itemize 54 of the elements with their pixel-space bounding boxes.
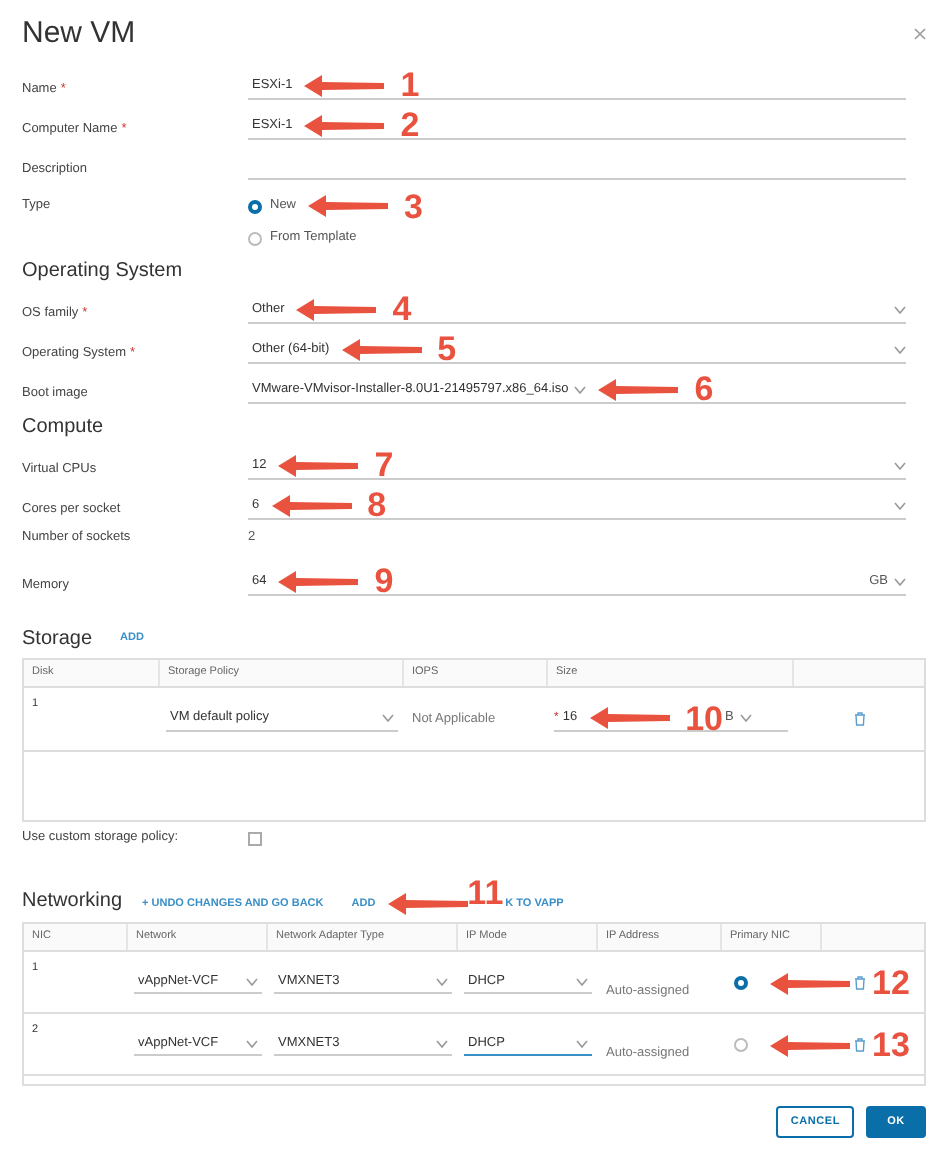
chevron-down-icon (576, 977, 588, 985)
annotation-number: 12 (872, 966, 910, 1000)
radio-button[interactable] (734, 1037, 748, 1051)
annotation-arrow (589, 706, 670, 730)
chevron-down-icon (894, 577, 906, 585)
dialog-title: New VM (22, 13, 136, 54)
radio-button[interactable] (248, 231, 262, 245)
annotation-arrow (271, 493, 352, 517)
chevron-down-icon (246, 977, 258, 985)
annotation-arrow (296, 297, 377, 321)
chevron-down-icon (246, 1039, 258, 1047)
annotation-arrow (770, 1033, 850, 1057)
annotation-arrow (341, 337, 422, 361)
chevron-down-icon (894, 305, 906, 313)
trash-icon (853, 712, 865, 726)
annotation-arrow (598, 377, 679, 401)
annotation-number: 5 (437, 332, 457, 366)
annotation-number: 11 (467, 876, 504, 910)
close-icon (914, 28, 926, 40)
annotation-arrow (278, 453, 359, 477)
trash-icon (854, 976, 866, 990)
annotation-arrow (304, 113, 385, 137)
radio-button[interactable] (734, 975, 748, 989)
chevron-down-icon (894, 461, 906, 469)
section-heading: Operating System (22, 260, 185, 284)
chevron-down-icon (894, 345, 906, 353)
chevron-down-icon (574, 385, 587, 393)
annotation-arrow (387, 892, 468, 916)
annotation-number: 13 (872, 1028, 910, 1062)
annotation-arrow (308, 194, 389, 218)
chevron-down-icon (576, 1039, 588, 1047)
chevron-down-icon (436, 1039, 448, 1047)
annotation-number: 3 (404, 189, 423, 223)
annotation-number: 2 (400, 108, 420, 142)
annotation-arrow (770, 971, 850, 995)
chevron-down-icon (894, 501, 906, 509)
trash-icon (854, 1038, 866, 1052)
annotation-number: 7 (374, 448, 394, 482)
checkbox[interactable] (248, 831, 262, 845)
annotation-number: 8 (367, 488, 387, 522)
section-heading: Storage (22, 625, 93, 653)
annotation-number: 1 (400, 68, 420, 102)
annotation-number: 4 (392, 292, 412, 326)
annotation-number: 9 (374, 564, 394, 598)
section-heading: Compute (22, 416, 106, 440)
radio-button[interactable] (248, 199, 262, 213)
section-heading: Networking (22, 888, 123, 916)
annotation-arrow (278, 569, 359, 593)
chevron-down-icon (382, 714, 394, 722)
annotation-number: 10 (685, 701, 723, 735)
chevron-down-icon (436, 977, 448, 985)
chevron-down-icon (739, 714, 752, 722)
annotation-arrow (304, 73, 385, 97)
annotation-number: 6 (694, 372, 714, 406)
